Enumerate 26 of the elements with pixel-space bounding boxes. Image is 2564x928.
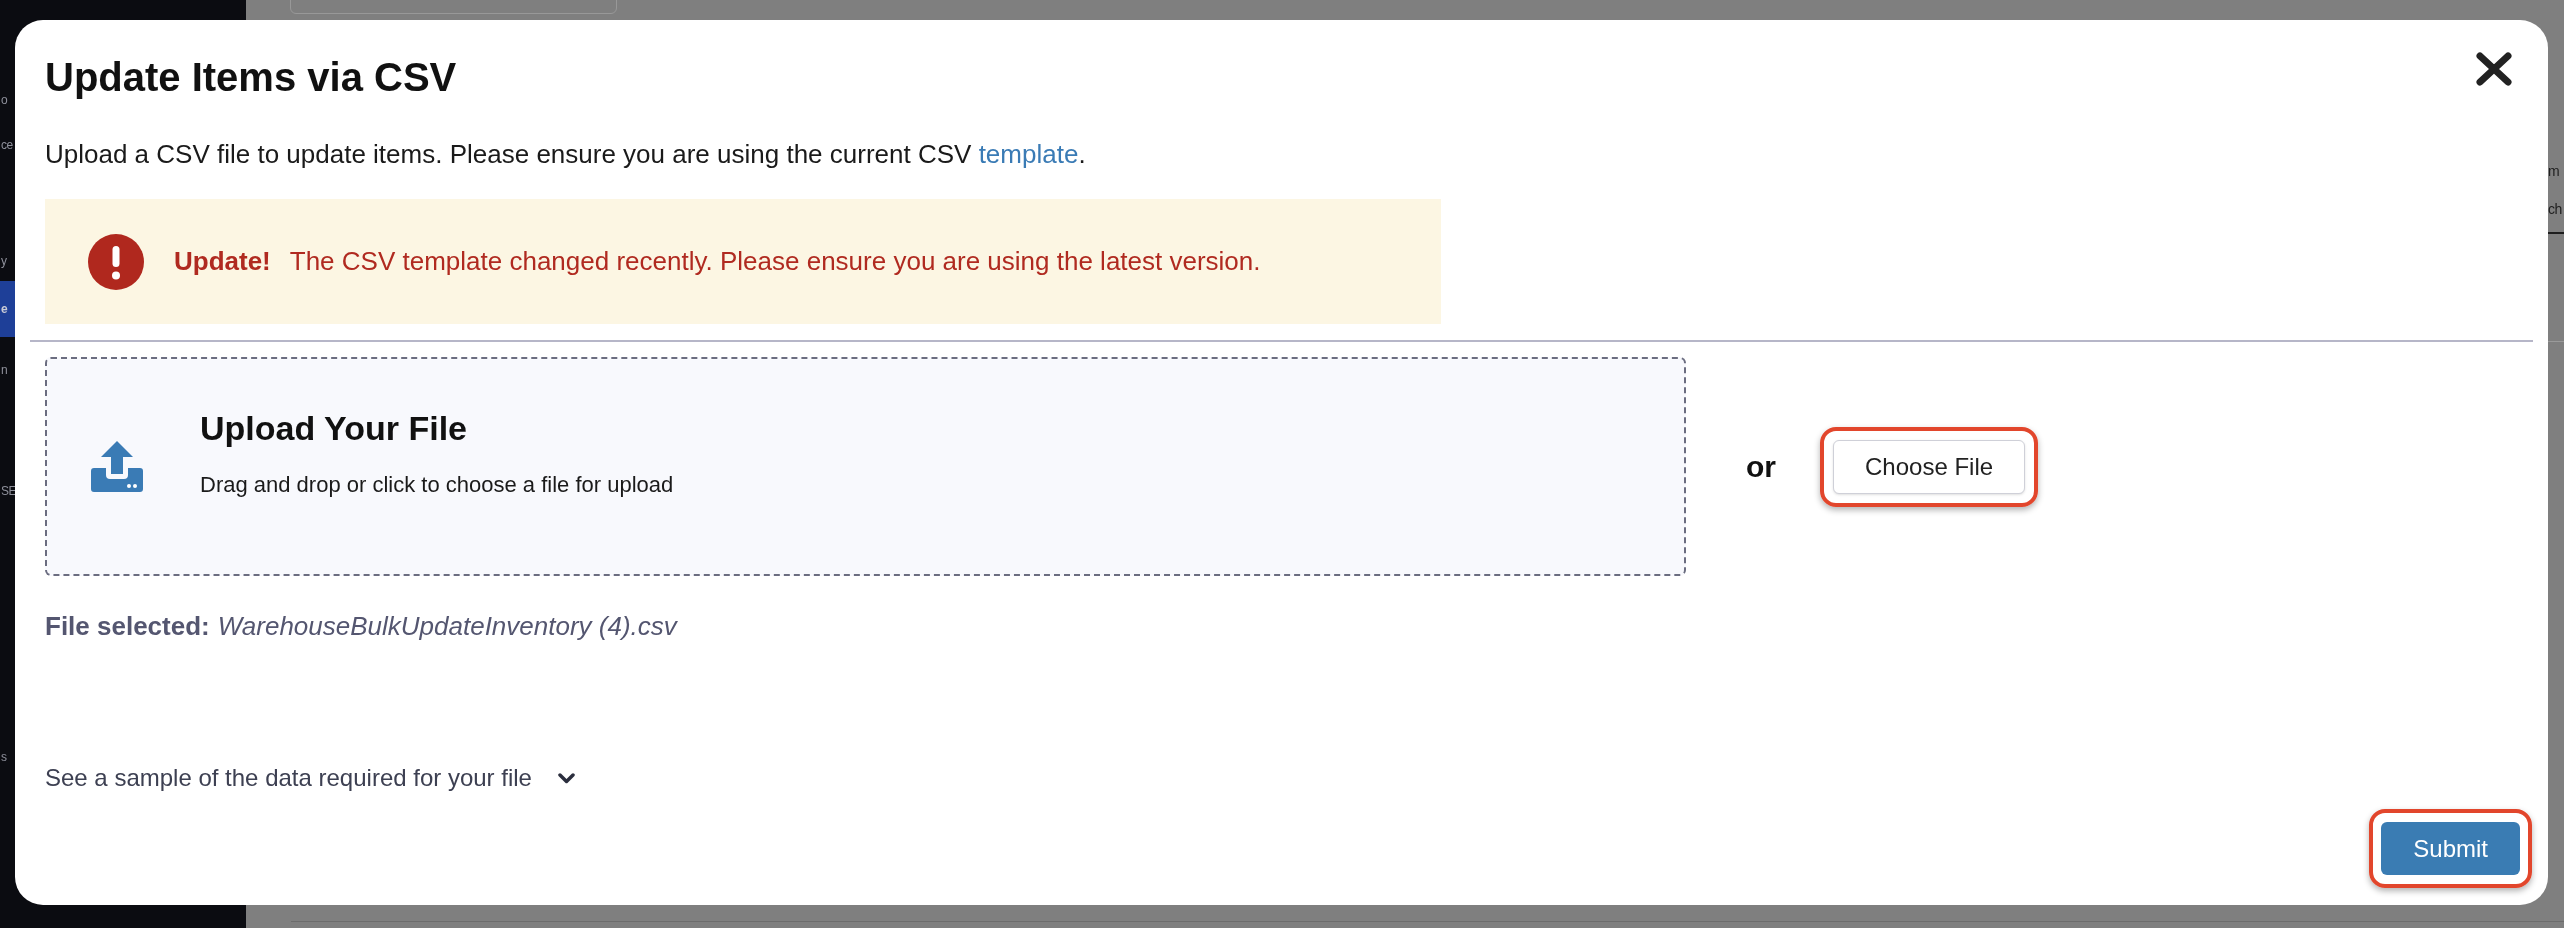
dialog-description: Upload a CSV file to update items. Please ensure you are using the current CSV template. — [45, 138, 1086, 170]
sidebar-item[interactable]: ce — [0, 125, 15, 165]
sample-toggle[interactable]: See a sample of the data required for your file — [45, 763, 575, 793]
choose-file-button[interactable]: Choose File — [1833, 439, 2026, 494]
template-link[interactable]: template — [978, 139, 1079, 169]
close-icon — [2476, 52, 2512, 86]
submit-button[interactable]: Submit — [2381, 822, 2520, 875]
alert-icon — [88, 233, 144, 290]
sidebar-item[interactable]: o — [0, 80, 15, 120]
sidebar-item[interactable]: y — [0, 241, 15, 281]
upload-dropzone[interactable]: Upload Your File Drag and drop or click to choose a file for upload — [45, 357, 1686, 576]
file-name: WarehouseBulkUpdateInventory (4).csv — [217, 610, 677, 642]
page-text: m — [2548, 162, 2561, 181]
dropzone-hint: Drag and drop or click to choose a file for upload — [200, 471, 674, 499]
close-button[interactable] — [2476, 52, 2512, 86]
alert-heading: Update! — [174, 245, 271, 278]
sidebar-item[interactable]: e — [0, 281, 15, 337]
file-selected-label: File selected: — [45, 610, 210, 642]
dropzone-title: Upload Your File — [200, 408, 468, 448]
upload-icon — [91, 441, 143, 492]
sidebar-item[interactable]: n — [0, 350, 15, 390]
sidebar-item[interactable]: SE — [0, 471, 15, 511]
or-label: or — [1746, 449, 1776, 485]
dialog-title: Update Items via CSV — [45, 54, 457, 101]
alert-message: The CSV template changed recently. Please ensure you are using the latest version. — [289, 245, 1261, 278]
sidebar-item[interactable]: s — [0, 737, 15, 777]
